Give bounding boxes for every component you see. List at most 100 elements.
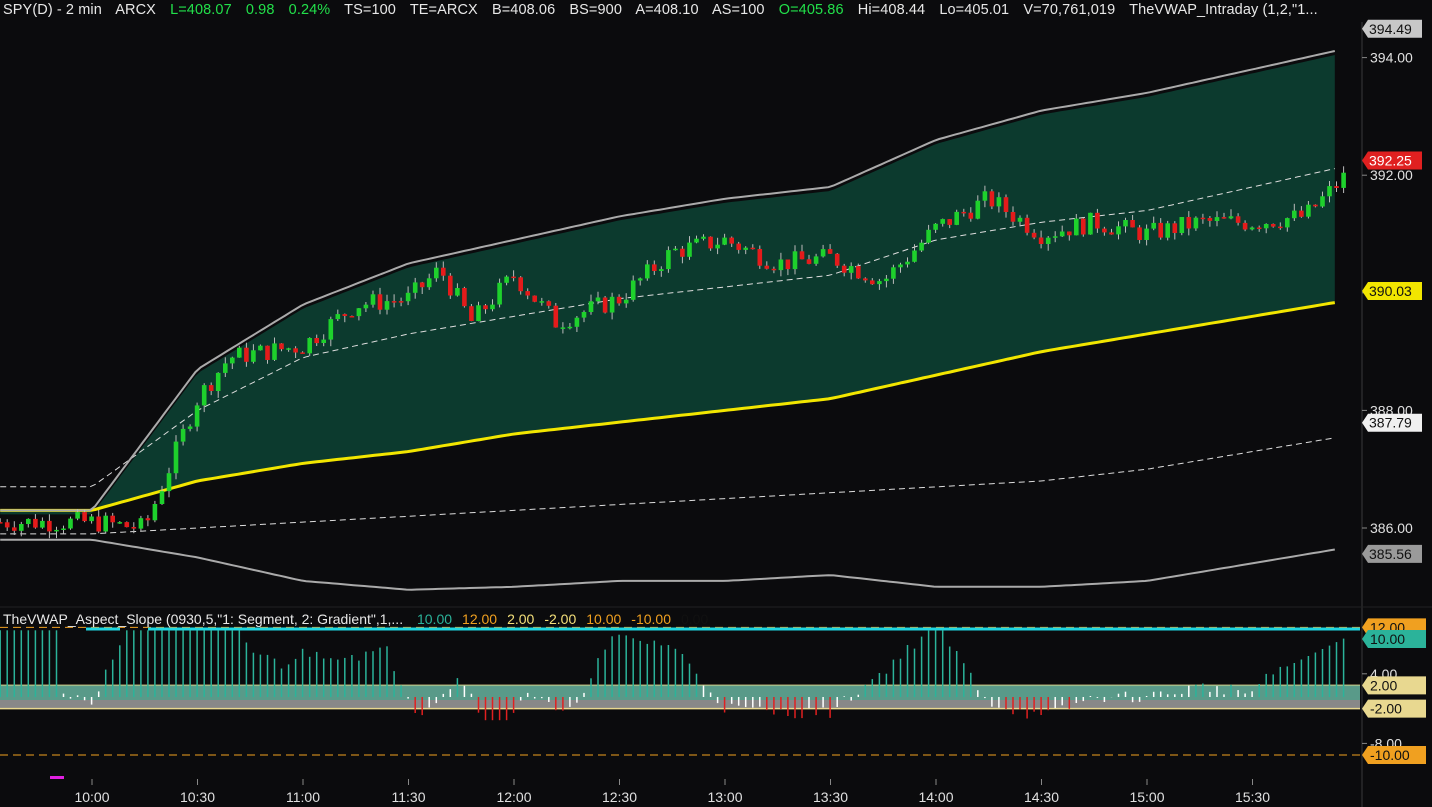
- candle-down: [1031, 232, 1037, 238]
- candle-down: [244, 347, 249, 362]
- candle-down: [799, 251, 805, 260]
- candle-up: [223, 363, 228, 373]
- candle-up: [694, 238, 699, 243]
- candle-up: [933, 223, 938, 230]
- candle-down: [279, 343, 284, 350]
- candle-down: [441, 267, 446, 276]
- candle-down: [546, 301, 552, 306]
- candle-up: [581, 312, 587, 318]
- candle-up: [1179, 217, 1185, 233]
- candle-up: [1285, 218, 1290, 228]
- price-tag: 387.79: [1369, 415, 1412, 431]
- candle-down: [750, 247, 756, 250]
- candle-down: [314, 338, 319, 344]
- candle-up: [180, 428, 186, 442]
- candle-down: [131, 527, 137, 529]
- candle-down: [342, 314, 348, 316]
- candle-up: [673, 248, 678, 251]
- candle-down: [708, 236, 713, 249]
- candle-up: [159, 491, 165, 504]
- candle-down: [968, 212, 974, 219]
- candle-down: [1038, 237, 1044, 244]
- candle-up: [905, 261, 910, 265]
- candle-up: [455, 288, 460, 296]
- candle-up: [1228, 216, 1234, 219]
- candle-down: [1299, 210, 1304, 217]
- candle-up: [215, 372, 221, 391]
- candle-down: [827, 249, 833, 254]
- candle-down: [419, 282, 425, 288]
- candle-up: [820, 249, 826, 257]
- candle-down: [1102, 228, 1107, 233]
- candle-up: [68, 518, 73, 529]
- x-tick-label: 14:30: [1024, 789, 1059, 805]
- indicator-header: TheVWAP_Aspect_Slope (0930,5,"1: Segment…: [3, 611, 718, 627]
- candle-up: [1320, 196, 1325, 207]
- candle-up: [40, 520, 45, 528]
- candle-down: [553, 305, 559, 328]
- indicator-title[interactable]: TheVWAP_Aspect_Slope (0930,5,"1: Segment…: [3, 611, 403, 627]
- candle-down: [448, 275, 453, 296]
- candle-up: [19, 524, 24, 531]
- candle-up: [89, 516, 94, 522]
- candle-down: [1235, 216, 1241, 223]
- candle-down: [208, 385, 214, 391]
- candle-up: [1292, 210, 1297, 219]
- candle-up: [722, 237, 727, 245]
- candle-down: [124, 522, 130, 528]
- indicator-value-5: -10.00: [631, 611, 671, 627]
- candle-up: [321, 339, 326, 343]
- candle-down: [469, 306, 474, 321]
- candle-up: [898, 264, 903, 268]
- indicator-tag: -10.00: [1370, 747, 1410, 763]
- candle-up: [701, 236, 706, 239]
- x-tick-label: 10:00: [74, 789, 109, 805]
- candle-up: [1074, 218, 1079, 236]
- candle-up: [645, 264, 650, 279]
- candle-up: [884, 278, 889, 282]
- candle-up: [975, 200, 981, 219]
- candle-down: [525, 291, 530, 296]
- candle-up: [251, 350, 256, 362]
- candle-up: [370, 294, 376, 305]
- candle-up: [539, 301, 545, 303]
- candle-up: [61, 528, 66, 530]
- candle-up: [954, 211, 959, 225]
- candle-down: [1067, 231, 1072, 236]
- candle-up: [434, 267, 439, 279]
- candle-up: [335, 314, 341, 320]
- candle-down: [4, 522, 10, 528]
- candle-down: [1221, 217, 1227, 219]
- candle-up: [173, 441, 179, 474]
- candle-up: [1327, 186, 1332, 197]
- candle-up: [609, 296, 615, 313]
- candle-up: [1263, 224, 1269, 229]
- price-chart[interactable]: 394.00392.00390.00388.00386.0010:0010:30…: [0, 0, 1432, 807]
- candle-up: [567, 326, 573, 329]
- candle-up: [1306, 204, 1311, 217]
- x-tick-label: 12:00: [496, 789, 531, 805]
- candle-down: [771, 268, 777, 271]
- candle-up: [117, 522, 123, 524]
- candle-down: [145, 518, 151, 521]
- candle-down: [293, 348, 298, 353]
- candle-down: [483, 305, 488, 310]
- candle-down: [1158, 222, 1163, 238]
- candle-up: [194, 405, 200, 427]
- lower-band-2: [0, 538, 1335, 591]
- candle-up: [926, 229, 931, 243]
- indicator-value-3: -2.00: [544, 611, 577, 627]
- candle-up: [426, 278, 432, 288]
- indicator-value-0: 10.00: [416, 611, 453, 627]
- candle-up: [504, 276, 509, 283]
- candle-down: [82, 512, 87, 522]
- candle-down: [1256, 227, 1262, 229]
- candle-up: [187, 426, 193, 429]
- vwap-area-fill: [0, 55, 1335, 515]
- candle-up: [26, 518, 31, 524]
- indicator-value-2: 2.00: [507, 611, 535, 627]
- candle-up: [152, 504, 158, 521]
- x-tick-label: 13:00: [707, 789, 742, 805]
- candle-down: [870, 280, 875, 285]
- candle-up: [363, 304, 369, 309]
